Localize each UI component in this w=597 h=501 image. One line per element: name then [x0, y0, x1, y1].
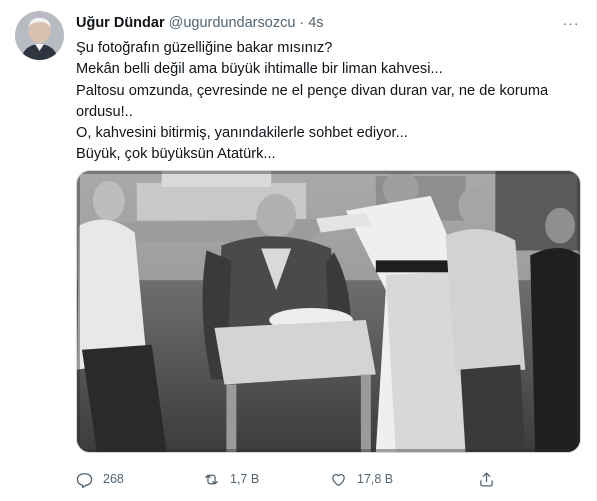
reply-button[interactable]: 268 [76, 468, 124, 490]
tweet-time[interactable]: 4s [308, 15, 323, 31]
tweet-text-line: Şu fotoğrafın güzelliğine bakar mısınız? [76, 40, 333, 56]
retweet-count: 1,7 B [230, 472, 260, 486]
avatar[interactable] [15, 11, 64, 60]
reply-icon [76, 472, 93, 488]
display-name[interactable]: Uğur Dündar [76, 15, 165, 31]
tweet-text: Şu fotoğrafın güzelliğine bakar mısınız?… [76, 38, 586, 166]
tweet-header: Uğur Dündar @ugurdundarsozcu · 4s [76, 12, 324, 34]
tweet-text-line: Büyük, çok büyüksün Atatürk... [76, 146, 276, 163]
user-handle[interactable]: @ugurdundarsozcu [169, 15, 296, 31]
tweet-text-line: ordusu!.. [76, 103, 133, 120]
like-count: 17,8 B [357, 472, 394, 486]
share-button[interactable] [478, 468, 505, 490]
tweet-text-line: O, kahvesini bitirmiş, yanındakilerle so… [76, 125, 408, 142]
tweet-text-line: Paltosu omzunda, çevresinde ne el pençe … [76, 82, 549, 99]
avatar-photo [15, 11, 64, 60]
heart-icon [332, 473, 345, 486]
share-icon [480, 471, 493, 487]
retweet-icon [205, 474, 218, 484]
reply-count: 268 [103, 472, 124, 486]
tweet-card[interactable]: Uğur Dündar @ugurdundarsozcu · 4s ··· Şu… [0, 0, 597, 501]
tweet-photo[interactable] [76, 170, 581, 453]
like-button[interactable]: 17,8 B [330, 468, 393, 490]
more-dots-icon[interactable]: ··· [558, 12, 584, 34]
tweet-actions: 268 1,7 B 17,8 B [76, 468, 586, 490]
retweet-button[interactable]: 1,7 B [203, 468, 259, 490]
tweet-text-line: Mekân belli değil ama büyük ihtimalle bi… [76, 61, 443, 78]
black-and-white-photo [77, 171, 580, 452]
header-separator: · [299, 15, 305, 31]
